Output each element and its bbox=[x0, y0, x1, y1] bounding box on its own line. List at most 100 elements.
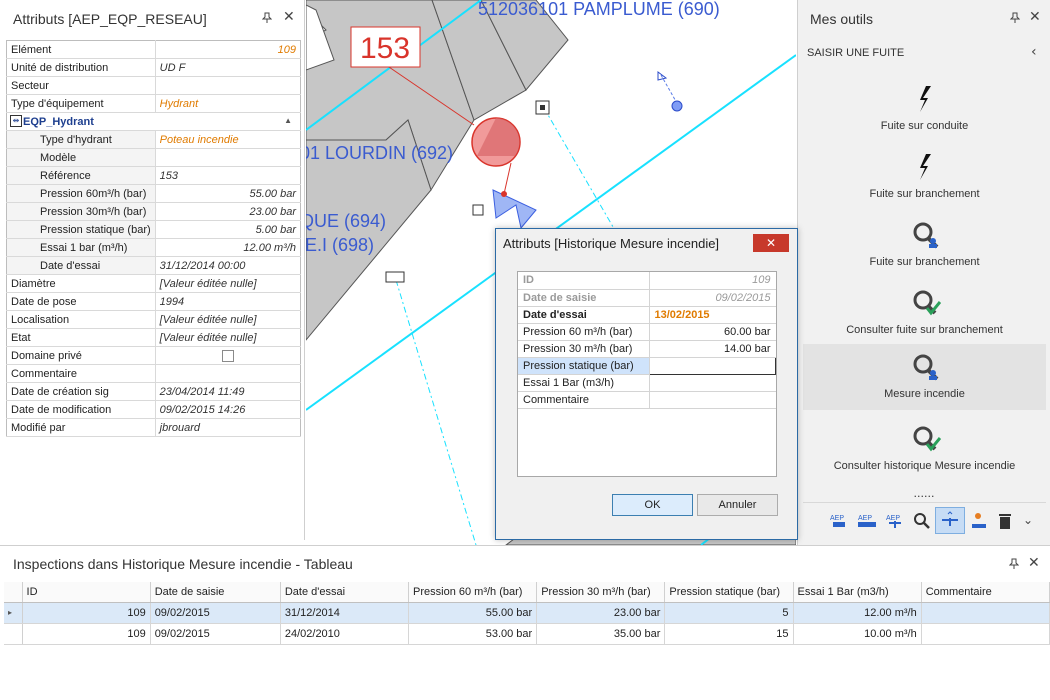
attribute-value[interactable]: jbrouard bbox=[155, 418, 301, 437]
row-indicator[interactable]: ▸ bbox=[4, 602, 23, 624]
aep-pipe-icon[interactable]: AEP bbox=[830, 513, 848, 529]
aep-branch-icon[interactable]: AEP bbox=[858, 513, 876, 529]
hydrant-symbol[interactable] bbox=[492, 189, 537, 230]
table-cell[interactable]: 35.00 bar bbox=[536, 623, 666, 645]
expand-icon[interactable]: ⇹ bbox=[10, 115, 22, 127]
attribute-value[interactable]: 109 bbox=[155, 40, 301, 59]
attribute-row[interactable]: Référence 153 bbox=[6, 166, 301, 185]
pipe-branch[interactable] bbox=[395, 279, 477, 545]
attribute-row[interactable]: Type d'équipement Hydrant bbox=[6, 94, 301, 113]
attribute-row[interactable]: Unité de distribution UD F bbox=[6, 58, 301, 77]
dialog-field-value[interactable]: 60.00 bar bbox=[649, 323, 776, 341]
tool-item[interactable]: Fuite sur branchement bbox=[803, 212, 1046, 278]
valve-icon[interactable] bbox=[472, 204, 484, 216]
attribute-value[interactable] bbox=[155, 76, 301, 95]
node-icon[interactable] bbox=[671, 100, 683, 112]
table-cell[interactable] bbox=[921, 623, 1050, 645]
attribute-row[interactable]: Diamètre [Valeur éditée nulle] bbox=[6, 274, 301, 293]
tool-item[interactable]: Consulter fuite sur branchement bbox=[803, 280, 1046, 346]
pipe-branch[interactable] bbox=[543, 107, 617, 233]
aep-node-icon[interactable]: AEP bbox=[886, 513, 904, 529]
table-row[interactable]: 109 09/02/2015 24/02/2010 53.00 bar 35.00 ba… bbox=[4, 623, 1050, 645]
attribute-value[interactable]: 12.00 m³/h bbox=[155, 238, 301, 257]
attribute-row[interactable]: Date de modification 09/02/2015 14:26 bbox=[6, 400, 301, 419]
table-cell[interactable]: 55.00 bar bbox=[408, 602, 538, 624]
attribute-row[interactable]: Pression 30m³/h (bar) 23.00 bar bbox=[6, 202, 301, 221]
attribute-value[interactable]: 55.00 bar bbox=[155, 184, 301, 203]
valve-icon[interactable] bbox=[385, 271, 405, 283]
close-icon[interactable]: ✕ bbox=[1028, 555, 1040, 571]
table-cell[interactable]: 12.00 m³/h bbox=[793, 602, 922, 624]
attribute-value[interactable]: UD F bbox=[155, 58, 301, 77]
row-indicator[interactable] bbox=[4, 623, 23, 645]
dialog-close-button[interactable]: ✕ bbox=[753, 234, 789, 252]
attribute-row[interactable]: Etat [Valeur éditée nulle] bbox=[6, 328, 301, 347]
attribute-row[interactable]: Elément 109 bbox=[6, 40, 301, 59]
attribute-row[interactable]: Date de pose 1994 bbox=[6, 292, 301, 311]
table-cell[interactable]: 31/12/2014 bbox=[280, 602, 410, 624]
chevron-down-icon[interactable]: ⌄ bbox=[1023, 513, 1033, 527]
group-row[interactable]: ⇹ EQP_Hydrant ▲ bbox=[6, 112, 301, 131]
attribute-row[interactable]: Commentaire bbox=[6, 364, 301, 383]
attribute-row[interactable]: Modèle bbox=[6, 148, 301, 167]
attribute-row[interactable]: Type d'hydrant Poteau incendie bbox=[6, 130, 301, 149]
dialog-field-row[interactable]: Pression 30 m³/h (bar) 14.00 bar bbox=[518, 340, 776, 358]
table-cell[interactable]: 24/02/2010 bbox=[280, 623, 410, 645]
attribute-value[interactable]: 5.00 bar bbox=[155, 220, 301, 239]
table-cell[interactable]: 5 bbox=[664, 602, 794, 624]
table-cell[interactable]: 09/02/2015 bbox=[150, 602, 281, 624]
search-icon[interactable] bbox=[913, 512, 931, 530]
attribute-value[interactable]: Poteau incendie bbox=[155, 130, 301, 149]
attribute-row[interactable]: Secteur bbox=[6, 76, 301, 95]
table-cell[interactable]: 109 bbox=[22, 623, 151, 645]
dialog-field-row[interactable]: Commentaire bbox=[518, 391, 776, 409]
leak-tool-icon[interactable] bbox=[935, 507, 965, 534]
attribute-value[interactable]: 23.00 bar bbox=[155, 202, 301, 221]
tool-item[interactable]: Consulter historique Mesure incendie bbox=[803, 416, 1046, 482]
column-header[interactable]: Commentaire bbox=[921, 582, 1050, 603]
dialog-field-row[interactable]: Essai 1 Bar (m3/h) bbox=[518, 374, 776, 392]
attribute-value[interactable]: 153 bbox=[155, 166, 301, 185]
trash-icon[interactable] bbox=[996, 512, 1014, 530]
table-cell[interactable]: 10.00 m³/h bbox=[793, 623, 922, 645]
ok-button[interactable]: OK bbox=[612, 494, 693, 516]
pin-icon[interactable] bbox=[261, 12, 273, 26]
attribute-value[interactable] bbox=[155, 364, 301, 383]
attribute-row[interactable]: Domaine privé bbox=[6, 346, 301, 365]
collapse-icon[interactable]: ▲ bbox=[284, 116, 292, 125]
attribute-value[interactable]: Hydrant bbox=[155, 94, 301, 113]
pipe-branch[interactable] bbox=[660, 74, 679, 106]
dialog-field-value[interactable]: 14.00 bar bbox=[649, 340, 776, 358]
dialog-field-row[interactable]: ID 109 bbox=[518, 272, 776, 290]
column-header[interactable]: Pression 30 m³/h (bar) bbox=[536, 582, 666, 603]
close-icon[interactable]: ✕ bbox=[1029, 9, 1041, 25]
dialog-field-row[interactable]: Pression 60 m³/h (bar) 60.00 bar bbox=[518, 323, 776, 341]
attribute-value[interactable]: 1994 bbox=[155, 292, 301, 311]
attribute-row[interactable]: Localisation [Valeur éditée nulle] bbox=[6, 310, 301, 329]
close-icon[interactable]: ✕ bbox=[283, 9, 295, 25]
attribute-value[interactable]: [Valeur éditée nulle] bbox=[155, 310, 301, 329]
user-leak-icon[interactable] bbox=[970, 512, 988, 530]
dialog-field-row[interactable]: Pression statique (bar) bbox=[518, 356, 776, 375]
tool-item[interactable]: Fuite sur conduite bbox=[803, 76, 1046, 142]
attribute-value[interactable]: 09/02/2015 14:26 bbox=[155, 400, 301, 419]
dialog-field-value[interactable]: 109 bbox=[649, 272, 776, 290]
attribute-row[interactable]: Pression statique (bar) 5.00 bar bbox=[6, 220, 301, 239]
dialog-field-value[interactable]: 13/02/2015 bbox=[649, 306, 776, 324]
attribute-row[interactable]: Date d'essai 31/12/2014 00:00 bbox=[6, 256, 301, 275]
attribute-row[interactable]: Pression 60m³/h (bar) 55.00 bar bbox=[6, 184, 301, 203]
column-header[interactable]: Pression statique (bar) bbox=[664, 582, 794, 603]
attribute-value[interactable] bbox=[155, 148, 301, 167]
attribute-value[interactable]: 31/12/2014 00:00 bbox=[155, 256, 301, 275]
attribute-value[interactable]: [Valeur éditée nulle] bbox=[155, 328, 301, 347]
dialog-field-row[interactable]: Date d'essai 13/02/2015 bbox=[518, 306, 776, 324]
pin-icon[interactable] bbox=[1009, 12, 1021, 26]
table-row[interactable]: ▸ 109 09/02/2015 31/12/2014 55.00 bar 23.00 b… bbox=[4, 602, 1050, 624]
chevron-left-icon[interactable]: ‹ bbox=[1031, 44, 1037, 60]
tool-item[interactable]: Fuite sur branchement bbox=[803, 144, 1046, 210]
more-indicator[interactable]: ...... bbox=[798, 487, 1050, 500]
table-cell[interactable]: 109 bbox=[22, 602, 151, 624]
column-header[interactable]: ID bbox=[22, 582, 151, 603]
dialog-field-row[interactable]: Date de saisie 09/02/2015 bbox=[518, 289, 776, 307]
column-header[interactable]: Date d'essai bbox=[280, 582, 410, 603]
